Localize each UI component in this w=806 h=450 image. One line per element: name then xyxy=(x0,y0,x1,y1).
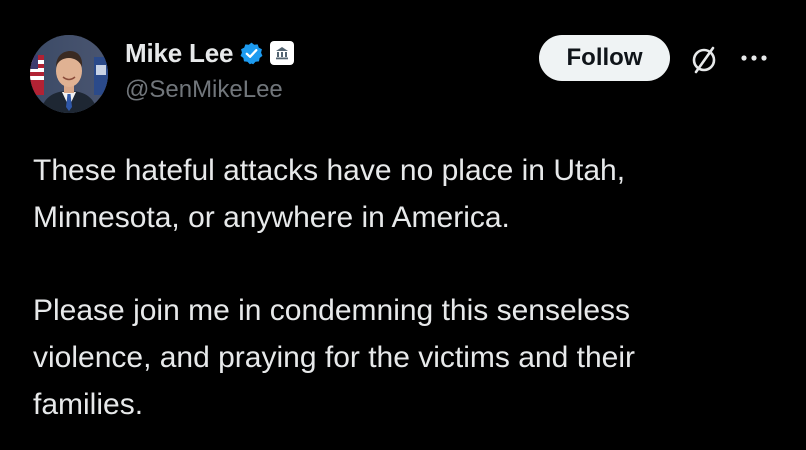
government-building-icon[interactable] xyxy=(270,41,295,65)
tweet-paragraph: These hateful attacks have no place in U… xyxy=(33,154,626,234)
tweet-card: Mike Lee @SenMikeLee Follow These hatefu… xyxy=(0,0,806,450)
more-options-icon[interactable] xyxy=(738,48,770,68)
follow-button[interactable]: Follow xyxy=(539,35,670,81)
tweet-paragraph: Please join me in condemning this sensel… xyxy=(33,294,635,421)
avatar[interactable] xyxy=(30,35,108,113)
author-name-row: Mike Lee xyxy=(125,36,295,70)
verified-badge-icon[interactable] xyxy=(239,41,264,66)
grok-icon[interactable] xyxy=(689,45,719,75)
avatar-image xyxy=(30,35,108,113)
tweet-text: These hateful attacks have no place in U… xyxy=(33,147,773,428)
author-handle[interactable]: @SenMikeLee xyxy=(125,76,283,104)
author-display-name[interactable]: Mike Lee xyxy=(125,38,233,69)
